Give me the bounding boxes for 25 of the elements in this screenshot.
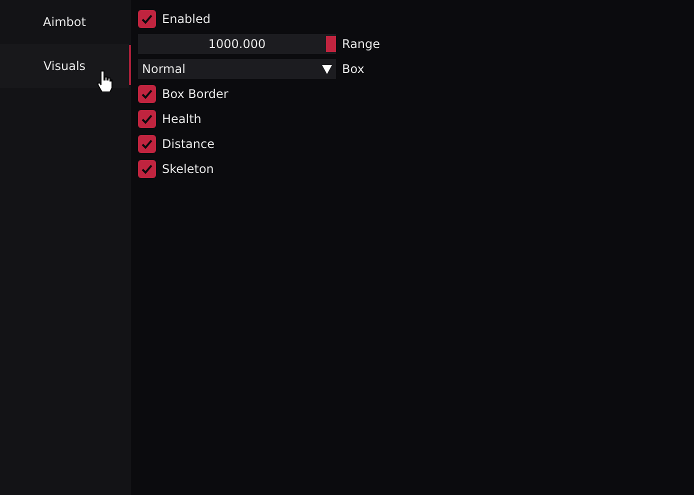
checkbox-label: Health — [162, 111, 202, 128]
check-icon — [141, 113, 153, 125]
check-icon — [141, 138, 153, 150]
range-slider[interactable]: 1000.000 — [138, 34, 336, 54]
slider-value: 1000.000 — [208, 36, 266, 53]
active-tab-indicator — [129, 45, 131, 85]
check-icon — [141, 88, 153, 100]
checkbox[interactable] — [138, 160, 156, 178]
box-dropdown[interactable]: Normal — [138, 59, 336, 79]
checkbox-label: Distance — [162, 136, 214, 153]
dropdown-arrow-icon — [322, 64, 332, 74]
sidebar-tab[interactable]: Visuals — [0, 44, 129, 88]
checkbox[interactable] — [138, 135, 156, 153]
checkbox-label: Box Border — [162, 86, 228, 103]
checkbox-label: Enabled — [162, 11, 210, 28]
check-icon — [141, 13, 153, 25]
check-icon — [141, 163, 153, 175]
checkbox[interactable] — [138, 85, 156, 103]
dropdown-label: Box — [342, 61, 364, 78]
slider-thumb[interactable] — [326, 36, 336, 52]
hand-cursor-icon — [97, 70, 113, 92]
slider-label: Range — [342, 36, 380, 53]
checkbox[interactable] — [138, 10, 156, 28]
checkbox-label: Skeleton — [162, 161, 214, 178]
checkbox[interactable] — [138, 110, 156, 128]
